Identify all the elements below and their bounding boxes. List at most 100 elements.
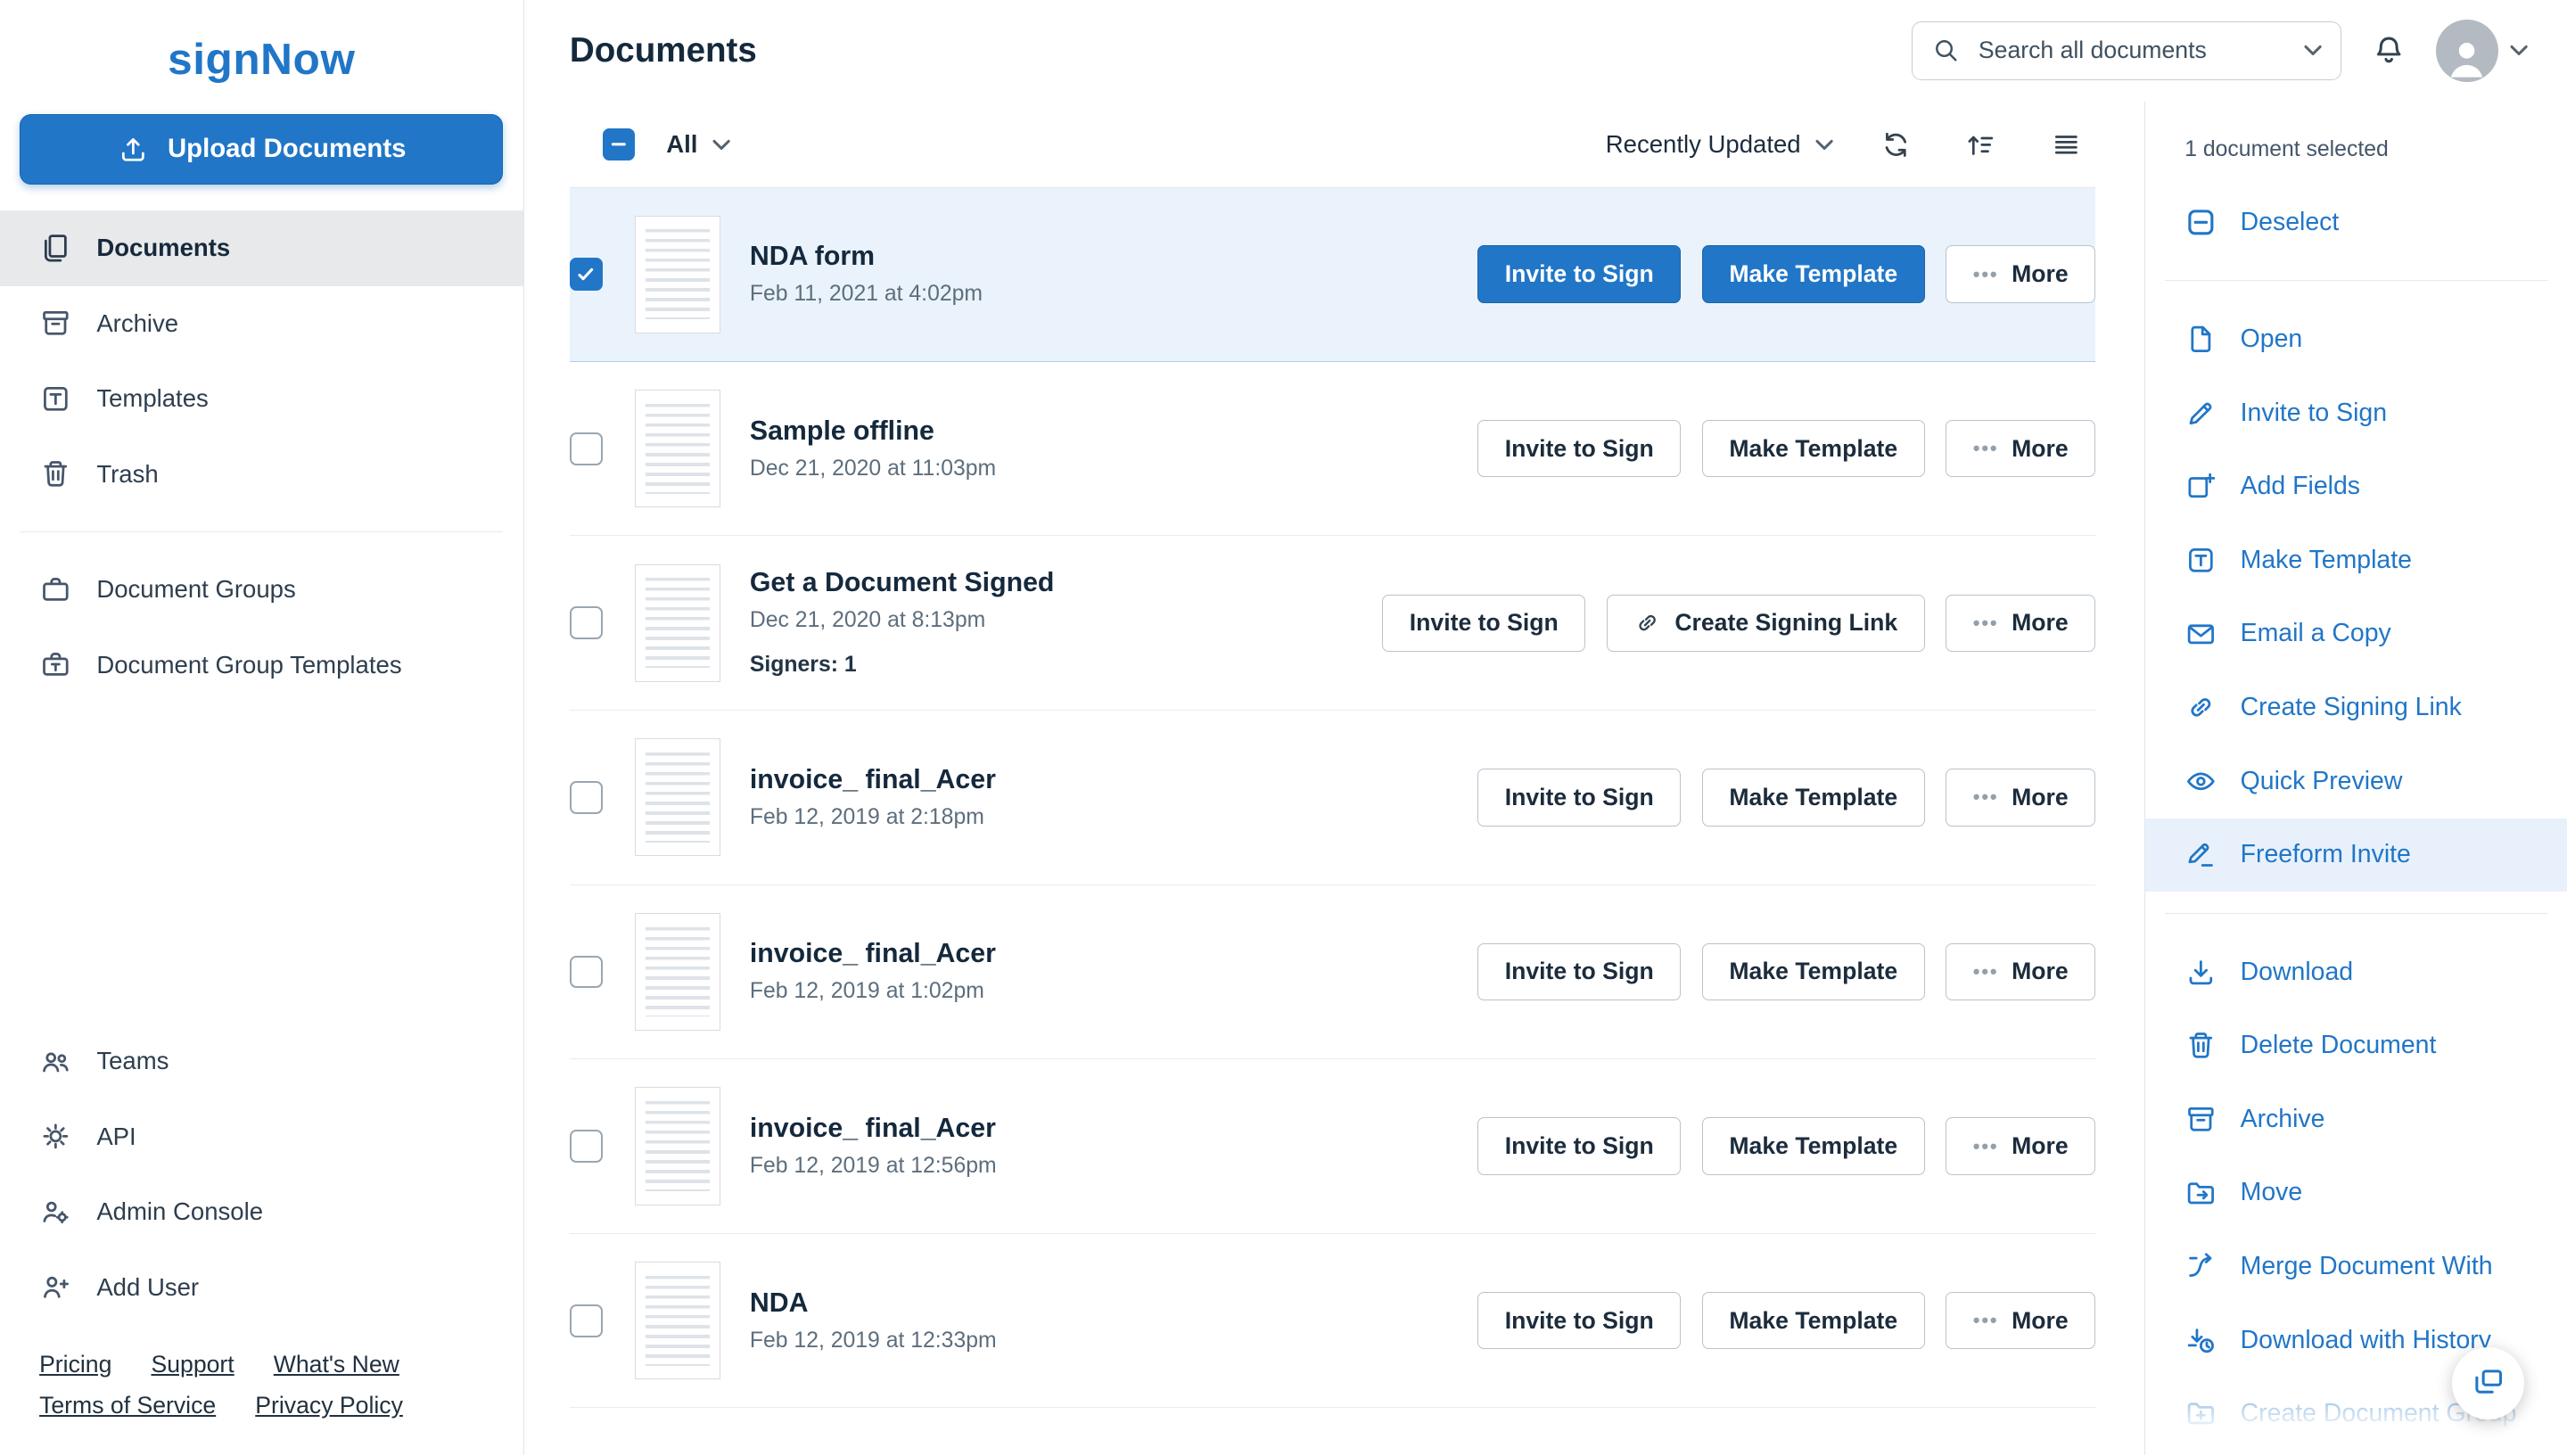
sidebar-bottom: Teams API Admin Console Add User Pricing… [0,1024,523,1455]
document-title[interactable]: invoice_ final_Acer [750,1114,997,1144]
chat-button[interactable] [2452,1347,2525,1419]
panel-action-archive[interactable]: Archive [2145,1082,2567,1156]
document-title[interactable]: NDA form [750,242,983,272]
more-button[interactable]: ••• More [1946,1117,2096,1175]
account-menu[interactable] [2435,20,2528,82]
terms-of-service-link[interactable]: Terms of Service [39,1392,216,1419]
make-template-button[interactable]: Make Template [1702,1292,1925,1350]
invite-to-sign-button[interactable]: Invite to Sign [1477,1292,1682,1350]
document-title[interactable]: Get a Document Signed [750,568,1055,598]
row-checkbox[interactable] [569,1130,603,1163]
search-box[interactable] [1912,21,2341,80]
more-button[interactable]: ••• More [1946,594,2096,652]
pen-icon [2189,402,2212,424]
whats-new-link[interactable]: What's New [274,1351,399,1378]
row-checkbox[interactable] [569,781,603,814]
signnow-logo[interactable]: signNow [0,0,523,104]
panel-action-download[interactable]: Download [2145,935,2567,1009]
search-input[interactable] [1975,35,2290,67]
more-button[interactable]: ••• More [1946,245,2096,303]
privacy-policy-link[interactable]: Privacy Policy [255,1392,403,1419]
more-button[interactable]: ••• More [1946,942,2096,1001]
invite-to-sign-button[interactable]: Invite to Sign [1477,769,1682,827]
create-signing-link-button[interactable]: Create Signing Link [1607,594,1925,652]
make-template-button[interactable]: Make Template [1702,769,1925,827]
invite-to-sign-button[interactable]: Invite to Sign [1477,942,1682,1001]
panel-action-label: Freeform Invite [2240,840,2411,869]
document-title[interactable]: Sample offline [750,416,996,447]
documents-main: All Recently Updated NDA form Feb 11, 20… [524,102,2145,1455]
support-link[interactable]: Support [151,1351,234,1378]
invite-to-sign-button[interactable]: Invite to Sign [1382,594,1586,652]
ellipsis-icon: ••• [1972,437,1999,460]
notifications-button[interactable] [2364,26,2413,75]
sidebar-item-trash[interactable]: Trash [0,436,523,511]
search-icon [1935,40,1957,62]
sidebar-item-templates[interactable]: Templates [0,361,523,436]
link-icon [1639,615,1657,631]
sort-order-button[interactable] [1958,121,2003,167]
document-title[interactable]: invoice_ final_Acer [750,765,996,795]
document-thumbnail[interactable] [635,215,720,333]
panel-action-add-fields[interactable]: Add Fields [2145,449,2567,523]
sidebar-item-documents[interactable]: Documents [0,210,523,286]
avatar[interactable] [2435,20,2498,82]
sidebar-item-archive[interactable]: Archive [0,286,523,361]
button-label: Make Template [1729,260,1898,288]
more-button[interactable]: ••• More [1946,769,2096,827]
make-template-button[interactable]: Make Template [1702,420,1925,478]
sidebar-item-document-groups[interactable]: Document Groups [0,552,523,627]
sidebar-item-add-user[interactable]: Add User [0,1249,523,1324]
search-scope-caret-icon[interactable] [2304,45,2322,56]
panel-action-make-template[interactable]: Make Template [2145,523,2567,597]
panel-action-move[interactable]: Move [2145,1156,2567,1230]
panel-action-quick-preview[interactable]: Quick Preview [2145,744,2567,818]
make-template-button[interactable]: Make Template [1702,245,1925,303]
sidebar-item-admin-console[interactable]: Admin Console [0,1174,523,1249]
document-thumbnail[interactable] [635,1262,720,1380]
more-button[interactable]: ••• More [1946,1292,2096,1350]
filter-dropdown[interactable]: All [666,130,730,159]
panel-action-freeform-invite[interactable]: Freeform Invite [2145,818,2567,893]
row-checkbox-checked[interactable] [569,258,603,291]
panel-action-merge-document-with[interactable]: Merge Document With [2145,1230,2567,1304]
button-label: Invite to Sign [1504,958,1654,985]
invite-to-sign-button[interactable]: Invite to Sign [1477,245,1682,303]
sidebar-item-teams[interactable]: Teams [0,1024,523,1098]
row-checkbox[interactable] [569,432,603,465]
sidebar-item-document-group-templates[interactable]: Document Group Templates [0,627,523,702]
select-all-checkbox[interactable] [602,128,636,161]
row-checkbox[interactable] [569,1304,603,1337]
panel-action-delete-document[interactable]: Delete Document [2145,1008,2567,1082]
more-button[interactable]: ••• More [1946,420,2096,478]
add-user-icon [44,1277,70,1298]
document-thumbnail[interactable] [635,738,720,857]
view-density-button[interactable] [2043,121,2088,167]
panel-action-open[interactable]: Open [2145,302,2567,376]
invite-to-sign-button[interactable]: Invite to Sign [1477,1117,1682,1175]
refresh-button[interactable] [1872,121,1918,167]
row-checkbox[interactable] [569,955,603,989]
sidebar-item-api[interactable]: API [0,1098,523,1173]
table-row: NDA form Feb 11, 2021 at 4:02pm Invite t… [569,188,2096,362]
upload-documents-button[interactable]: Upload Documents [20,113,504,185]
panel-action-create-signing-link[interactable]: Create Signing Link [2145,670,2567,744]
deselect-button[interactable]: Deselect [2145,185,2567,259]
panel-action-invite-to-sign[interactable]: Invite to Sign [2145,376,2567,450]
api-gear-icon [43,1123,69,1149]
sidebar-item-label: Add User [96,1272,200,1301]
make-template-button[interactable]: Make Template [1702,1117,1925,1175]
panel-action-email-a-copy[interactable]: Email a Copy [2145,597,2567,671]
document-thumbnail[interactable] [635,563,720,682]
document-title[interactable]: invoice_ final_Acer [750,939,996,969]
row-checkbox[interactable] [569,606,603,640]
invite-to-sign-button[interactable]: Invite to Sign [1477,420,1682,478]
make-template-button[interactable]: Make Template [1702,942,1925,1001]
pricing-link[interactable]: Pricing [39,1351,111,1378]
document-thumbnail[interactable] [635,912,720,1032]
sort-dropdown[interactable]: Recently Updated [1606,130,1834,159]
document-thumbnail[interactable] [635,1087,720,1205]
density-list-icon [2054,135,2077,154]
document-thumbnail[interactable] [635,390,720,508]
document-title[interactable]: NDA [750,1288,997,1319]
